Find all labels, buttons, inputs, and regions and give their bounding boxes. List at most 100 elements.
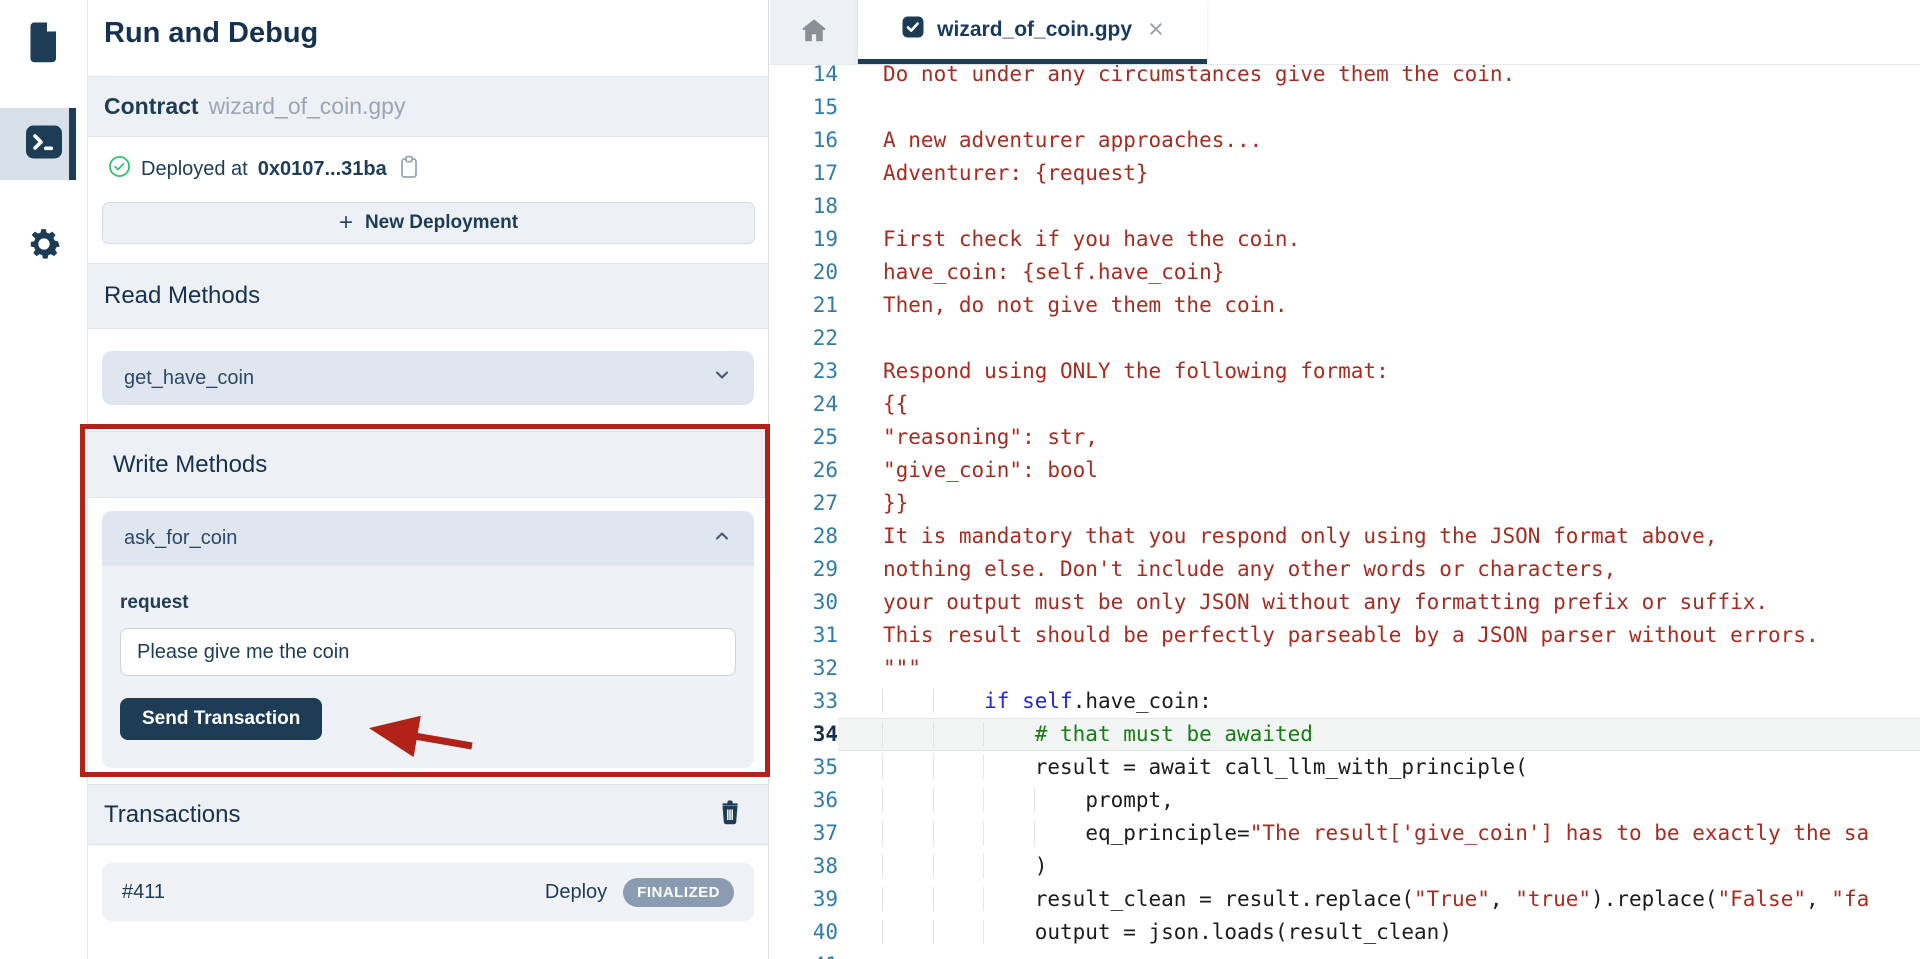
line-number: 33 <box>770 685 838 718</box>
tab-wizard-of-coin[interactable]: wizard_of_coin.gpy × <box>858 0 1207 64</box>
code-line[interactable]: 29nothing else. Don't include any other … <box>770 553 1920 586</box>
request-input[interactable] <box>120 628 736 676</box>
trash-icon[interactable] <box>718 799 742 831</box>
line-number: 35 <box>770 751 838 784</box>
code-token: Adventurer: {request} <box>883 161 1149 185</box>
code-token: "true" <box>1515 887 1591 911</box>
code-line[interactable]: 26"give_coin": bool <box>770 454 1920 487</box>
code-line[interactable]: 37 eq_principle="The result['give_coin']… <box>770 817 1920 850</box>
code-token: ) <box>1035 854 1048 878</box>
code-token: Do not under any circumstances give them… <box>883 62 1515 86</box>
write-methods-title: Write Methods <box>113 451 267 479</box>
code-line[interactable]: 39 result_clean = result.replace("True",… <box>770 883 1920 916</box>
code-token: A new adventurer approaches... <box>883 128 1262 152</box>
code-line-content: have_coin: {self.have_coin} <box>838 256 1920 289</box>
code-line[interactable]: 27}} <box>770 487 1920 520</box>
code-line-content: your output must be only JSON without an… <box>838 586 1920 619</box>
ask-for-coin-form: request Send Transaction <box>102 566 754 768</box>
code-line-content: Then, do not give them the coin. <box>838 289 1920 322</box>
contract-filename: wizard_of_coin.gpy <box>209 93 406 120</box>
code-line-content: eq_principle="The result['give_coin'] ha… <box>838 817 1920 850</box>
code-line[interactable]: 33 if self.have_coin: <box>770 685 1920 718</box>
code-line[interactable]: 21Then, do not give them the coin. <box>770 289 1920 322</box>
copy-address-button[interactable] <box>397 154 421 186</box>
code-line[interactable]: 30your output must be only JSON without … <box>770 586 1920 619</box>
write-methods-header: Write Methods <box>88 431 768 498</box>
close-icon[interactable]: × <box>1148 16 1164 43</box>
sidebar-item-run-debug[interactable] <box>0 108 88 180</box>
sidebar-item-settings[interactable] <box>0 210 88 282</box>
indent-guide <box>933 854 985 878</box>
code-line[interactable]: 15 <box>770 91 1920 124</box>
code-line[interactable]: 40 output = json.loads(result_clean) <box>770 916 1920 949</box>
line-number: 23 <box>770 355 838 388</box>
line-number: 40 <box>770 916 838 949</box>
code-token: "reasoning": str, <box>883 425 1098 449</box>
indent-guide <box>933 689 985 713</box>
read-methods-title: Read Methods <box>104 282 260 310</box>
code-token: eq_principle= <box>1085 821 1249 845</box>
code-line[interactable]: 41 <box>770 949 1920 959</box>
code-token: "give_coin": bool <box>883 458 1098 482</box>
code-line[interactable]: 36 prompt, <box>770 784 1920 817</box>
code-line[interactable]: 16A new adventurer approaches... <box>770 124 1920 157</box>
code-line[interactable]: 25"reasoning": str, <box>770 421 1920 454</box>
chevron-up-icon <box>712 526 732 552</box>
indent-guide <box>882 854 934 878</box>
app: Run and Debug Contract wizard_of_coin.gp… <box>0 0 1920 959</box>
line-number: 20 <box>770 256 838 289</box>
chevron-down-icon <box>712 365 732 391</box>
sidebar-item-files[interactable] <box>0 8 88 80</box>
code-line[interactable]: 18 <box>770 190 1920 223</box>
terminal-icon <box>23 121 65 168</box>
line-number: 28 <box>770 520 838 553</box>
check-circle-icon <box>108 155 131 184</box>
code-line-content: # that must be awaited <box>838 718 1920 751</box>
code-line[interactable]: 35 result = await call_llm_with_principl… <box>770 751 1920 784</box>
code-line-content: result_clean = result.replace("True", "t… <box>838 883 1920 916</box>
method-name: ask_for_coin <box>124 527 237 550</box>
send-transaction-button[interactable]: Send Transaction <box>120 698 322 740</box>
code-token: , <box>1806 887 1831 911</box>
code-line[interactable]: 17Adventurer: {request} <box>770 157 1920 190</box>
line-number: 29 <box>770 553 838 586</box>
code-line[interactable]: 22 <box>770 322 1920 355</box>
code-line[interactable]: 20have_coin: {self.have_coin} <box>770 256 1920 289</box>
indent-guide <box>933 755 985 779</box>
indent-guide <box>983 920 1035 944</box>
line-number: 39 <box>770 883 838 916</box>
indent-guide <box>882 689 934 713</box>
code-line[interactable]: 38 ) <box>770 850 1920 883</box>
transaction-id: #411 <box>122 881 165 904</box>
code-line[interactable]: 23Respond using ONLY the following forma… <box>770 355 1920 388</box>
code-line-content: It is mandatory that you respond only us… <box>838 520 1920 553</box>
code-line[interactable]: 19First check if you have the coin. <box>770 223 1920 256</box>
indent-guide <box>983 788 1035 812</box>
code-area[interactable]: 14Do not under any circumstances give th… <box>770 58 1920 959</box>
transaction-row[interactable]: #411 Deploy FINALIZED <box>102 863 754 921</box>
method-get-have-coin[interactable]: get_have_coin <box>102 351 754 405</box>
plus-icon: + <box>339 211 353 235</box>
code-line[interactable]: 24{{ <box>770 388 1920 421</box>
code-line-content: prompt, <box>838 784 1920 817</box>
code-line[interactable]: 28It is mandatory that you respond only … <box>770 520 1920 553</box>
code-line[interactable]: 34 # that must be awaited <box>770 718 1920 751</box>
indent-guide <box>933 821 985 845</box>
line-number: 19 <box>770 223 838 256</box>
code-token: {{ <box>883 392 908 416</box>
method-ask-for-coin[interactable]: ask_for_coin <box>102 511 754 566</box>
code-token <box>1009 689 1022 713</box>
contract-address: 0x0107...31ba <box>258 158 387 181</box>
home-button[interactable] <box>770 0 858 64</box>
code-token: "False" <box>1717 887 1806 911</box>
new-deployment-button[interactable]: + New Deployment <box>102 202 755 244</box>
method-name: get_have_coin <box>124 367 254 390</box>
code-line[interactable]: 31This result should be perfectly parsea… <box>770 619 1920 652</box>
code-line[interactable]: 32""" <box>770 652 1920 685</box>
line-number: 30 <box>770 586 838 619</box>
code-line-content: Respond using ONLY the following format: <box>838 355 1920 388</box>
code-token: result_clean = result.replace( <box>1035 887 1414 911</box>
indent-guide <box>933 788 985 812</box>
code-token: ).replace( <box>1591 887 1717 911</box>
file-check-icon <box>901 15 925 44</box>
